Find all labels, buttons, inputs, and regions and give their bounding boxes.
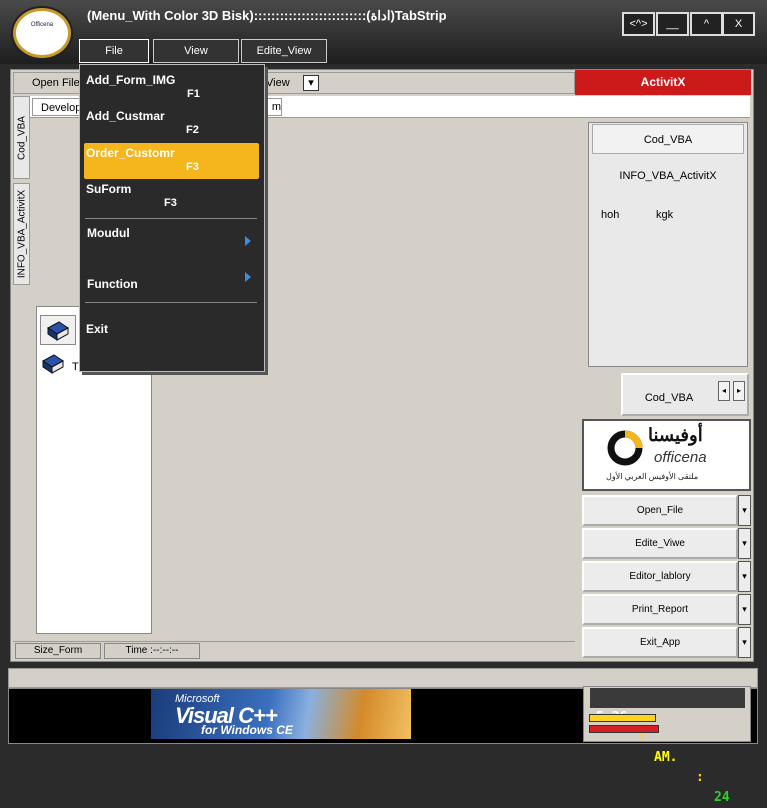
window-title: (Menu_With Color 3D Bisk):::::::::::::::… — [87, 8, 447, 23]
window-restore-button[interactable]: <^> — [622, 12, 655, 36]
menu-item-add-form-img[interactable]: Add_Form_IMG — [86, 73, 175, 87]
submenu-arrow-icon — [245, 236, 251, 246]
open-file-dropdown[interactable]: ▾ — [738, 495, 751, 526]
toolbar-view-dropdown[interactable]: ▾ — [303, 75, 319, 91]
window-maximize-button[interactable]: ^ — [690, 12, 723, 36]
editor-lablory-dropdown[interactable]: ▾ — [738, 561, 751, 592]
exit-app-dropdown[interactable]: ▾ — [738, 627, 751, 658]
submenu-arrow-icon — [245, 272, 251, 282]
vtab-info-vba-activitx[interactable]: INFO_VBA_ActivitX — [13, 183, 30, 285]
toolbar-open-file[interactable]: Open File — [32, 77, 80, 89]
info-kgk: kgk — [656, 209, 674, 221]
app-logo: Officena — [13, 8, 71, 58]
editor-lablory-button[interactable]: Editor_lablory — [582, 561, 738, 592]
banner-line3: for Windows CE — [201, 723, 293, 737]
exit-app-button[interactable]: Exit_App — [582, 627, 738, 658]
menu-separator — [85, 218, 257, 219]
clock-seconds: 24 — [714, 790, 730, 805]
window-minimize-button[interactable]: __ — [656, 12, 689, 36]
menu-item-order-customr[interactable]: Order_Customr — [86, 146, 175, 160]
shortcut-f3: F3 — [186, 161, 199, 173]
info-hoh: hoh — [601, 209, 620, 221]
clock-colon: : — [696, 770, 704, 785]
toolbar-view[interactable]: View — [266, 77, 290, 89]
clock-ampm: AM. — [654, 750, 678, 765]
vtab-cod-vba-label: Cod_VBA — [16, 115, 27, 160]
print-report-dropdown[interactable]: ▾ — [738, 594, 751, 625]
open-file-button[interactable]: Open_File — [582, 495, 738, 526]
window-close-button[interactable]: X — [722, 12, 755, 36]
shortcut-f1: F1 — [187, 88, 200, 100]
shortcut-f2: F2 — [186, 124, 199, 136]
menu-edite-view[interactable]: Edite_View — [241, 39, 327, 63]
book-icon — [42, 354, 64, 374]
menu-item-moudul[interactable]: Moudul — [87, 226, 130, 240]
shortcut-f3: F3 — [164, 197, 177, 209]
tab-partial[interactable]: m — [264, 98, 282, 116]
vtab-info-vba-activitx-label: INFO_VBA_ActivitX — [16, 189, 27, 279]
menu-item-add-custmar[interactable]: Add_Custmar — [86, 109, 165, 123]
menu-file[interactable]: File — [79, 39, 149, 63]
list-item[interactable] — [40, 315, 76, 345]
list-item-label: T — [72, 361, 79, 373]
bottom-frame — [8, 668, 758, 688]
activex-banner: ActivitX — [575, 70, 751, 95]
spin-left-button[interactable]: ◂ — [718, 381, 730, 401]
officena-logo: أوفيسنا officena ملتقى الأوفيس العربي ال… — [582, 419, 751, 491]
menu-view[interactable]: View — [153, 39, 239, 63]
menu-item-suform[interactable]: SuForm — [86, 182, 131, 196]
info-panel — [588, 122, 748, 367]
officena-ring-icon — [607, 430, 643, 466]
vtab-cod-vba[interactable]: Cod_VBA — [13, 96, 30, 179]
progress-bar-red — [589, 725, 659, 733]
visual-cpp-banner: Microsoft Visual C++ for Windows CE — [151, 689, 411, 739]
status-size-form: Size_Form — [15, 643, 101, 659]
progress-bar-yellow — [589, 714, 656, 722]
clock-display: 5:26 : AM. : 24 — [590, 688, 745, 805]
app-logo-text: Officena — [30, 22, 54, 28]
book-icon — [47, 321, 69, 341]
edite-viwe-dropdown[interactable]: ▾ — [738, 528, 751, 559]
info-tab-cod-vba[interactable]: Cod_VBA — [592, 124, 744, 154]
officena-brand-en: officena — [654, 449, 707, 466]
menu-separator — [85, 302, 257, 303]
officena-brand-ar: أوفيسنا — [648, 425, 703, 445]
menu-item-function[interactable]: Function — [87, 277, 138, 291]
officena-tagline: ملتقى الأوفيس العربي الأول — [606, 472, 699, 481]
spin-right-button[interactable]: ▸ — [733, 381, 745, 401]
cod-vba-label: Cod_VBA — [644, 392, 694, 404]
edite-viwe-button[interactable]: Edite_Viwe — [582, 528, 738, 559]
print-report-button[interactable]: Print_Report — [582, 594, 738, 625]
tab-developer[interactable]: Develope — [32, 98, 87, 116]
status-time: Time :--:--:-- — [104, 643, 200, 659]
info-title: INFO_VBA_ActivitX — [619, 170, 717, 182]
menu-item-exit[interactable]: Exit — [86, 322, 108, 336]
